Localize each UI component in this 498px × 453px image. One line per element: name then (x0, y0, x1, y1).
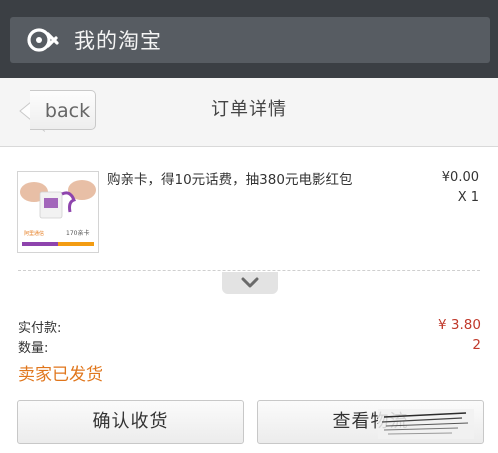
product-image-icon: 阿里通信 170亲卡 (18, 172, 98, 252)
thumb-card-label: 170亲卡 (66, 229, 89, 237)
smudge-overlay (378, 409, 474, 439)
expand-toggle[interactable] (222, 272, 278, 294)
quantity-label: 数量: (18, 341, 49, 356)
divider (18, 270, 480, 271)
product-price: ¥0.00 (441, 170, 479, 185)
thumb-brand: 阿里通信 (24, 230, 44, 237)
app-title: 我的淘宝 (74, 29, 162, 53)
paid-amount-label: 实付款: (18, 321, 62, 336)
header-bar: 我的淘宝 (10, 17, 490, 63)
taobao-eye-icon[interactable] (26, 25, 60, 55)
product-title[interactable]: 购亲卡，得10元话费，抽380元电影红包 (107, 168, 352, 188)
quantity-value: 2 (472, 337, 481, 353)
navigation-bar: back 订单详情 (0, 78, 498, 147)
product-quantity: X 1 (457, 190, 479, 205)
product-thumbnail[interactable]: 阿里通信 170亲卡 (17, 171, 99, 253)
chevron-down-icon (241, 277, 259, 288)
confirm-receipt-button[interactable]: 确认收货 (17, 400, 244, 444)
order-status: 卖家已发货 (18, 365, 103, 385)
app-header: 我的淘宝 (0, 0, 498, 78)
paid-amount-value: ¥ 3.80 (438, 317, 481, 333)
back-button[interactable]: back (30, 90, 96, 130)
